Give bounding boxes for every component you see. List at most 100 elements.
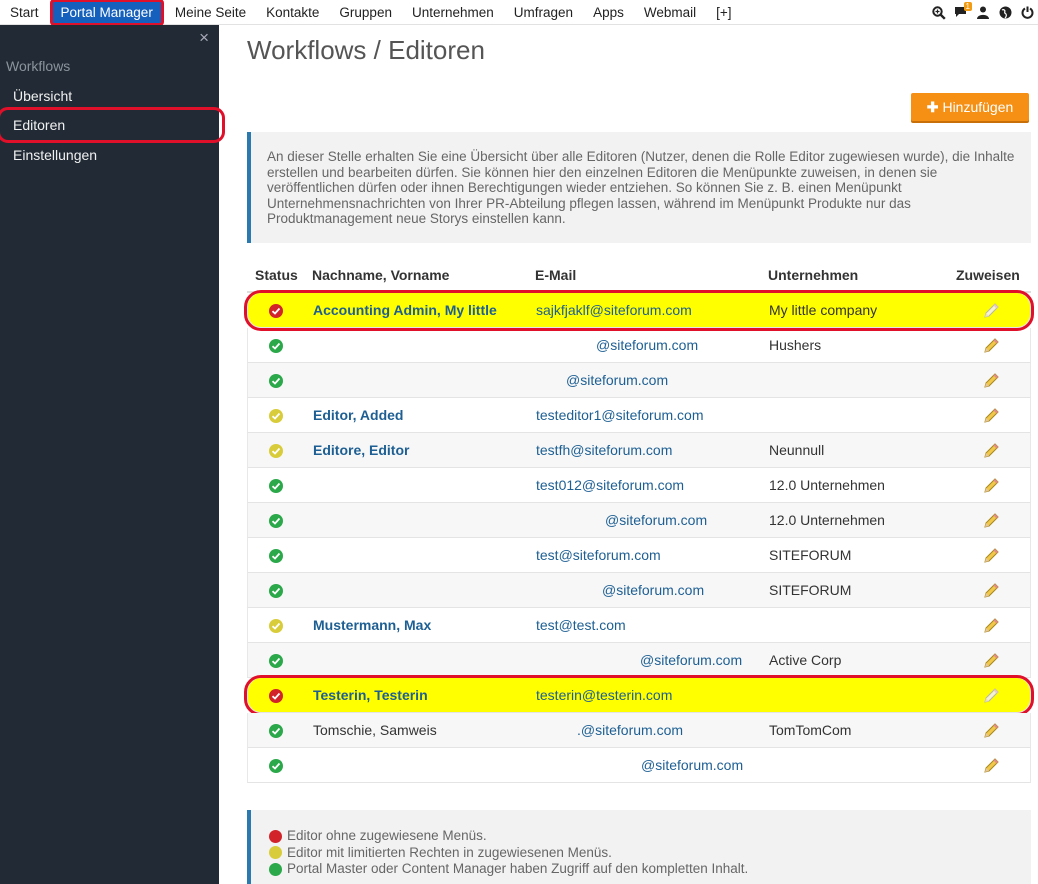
nav-item-webmail[interactable]: Webmail: [634, 0, 706, 25]
email-link[interactable]: test012@siteforum.com: [536, 468, 684, 503]
pencil-icon[interactable]: [982, 503, 1002, 538]
table-row: @siteforum.com Hushers: [247, 328, 1031, 363]
pencil-icon[interactable]: [982, 433, 1002, 468]
status-cell: [269, 748, 285, 783]
table-row: @siteforum.com 12.0 Unternehmen: [247, 503, 1031, 538]
status-green-icon: [269, 338, 283, 353]
status-cell: [269, 713, 285, 748]
nav-item-more[interactable]: [+]: [706, 0, 741, 25]
editor-name-link[interactable]: Tomschie, Samweis: [313, 713, 437, 748]
sidebar-item-uebersicht[interactable]: Übersicht: [0, 81, 219, 111]
status-cell: [269, 678, 285, 713]
status-green-icon: [269, 653, 283, 668]
table-row: Editor, Added testeditor1@siteforum.com: [247, 398, 1031, 433]
pencil-icon[interactable]: [982, 538, 1002, 573]
status-yellow-icon: [269, 618, 283, 633]
email-link[interactable]: @siteforum.com: [641, 748, 743, 783]
email-link[interactable]: test@siteforum.com: [536, 538, 661, 573]
globe-icon[interactable]: [994, 0, 1016, 25]
pencil-icon[interactable]: [982, 643, 1002, 678]
company-cell: 12.0 Unternehmen: [769, 477, 885, 493]
pencil-icon[interactable]: [982, 363, 1002, 398]
pencil-icon[interactable]: [982, 713, 1002, 748]
status-green-icon: [269, 513, 283, 528]
table-row: Accounting Admin, My little sajkfjaklf@si…: [244, 290, 1034, 331]
editor-name-link[interactable]: Accounting Admin, My little: [313, 293, 497, 328]
status-red-icon: [269, 303, 283, 318]
header-assign: Zuweisen: [956, 267, 1020, 283]
email-link[interactable]: @siteforum.com: [602, 573, 704, 608]
plus-icon: ✚: [926, 99, 939, 115]
pencil-icon[interactable]: [982, 293, 1002, 328]
power-icon[interactable]: [1016, 0, 1038, 25]
nav-item-meine-seite[interactable]: Meine Seite: [165, 0, 256, 25]
email-link[interactable]: testeditor1@siteforum.com: [536, 398, 704, 433]
sidebar-item-editoren[interactable]: Editoren: [0, 107, 225, 143]
company-cell: TomTomCom: [769, 722, 852, 738]
search-icon[interactable]: [928, 0, 950, 25]
editor-name-link[interactable]: Editor, Added: [313, 398, 403, 433]
editor-name-link[interactable]: Testerin, Testerin: [313, 678, 428, 713]
legend-text-red: Editor ohne zugewiesene Menüs.: [287, 828, 487, 843]
status-green-icon: [269, 548, 283, 563]
legend-item-green: Portal Master oder Content Manager haben…: [269, 861, 1031, 878]
status-green-icon: [269, 758, 283, 773]
status-cell: [269, 538, 285, 573]
close-icon[interactable]: ×: [199, 28, 209, 48]
status-cell: [269, 643, 285, 678]
editor-name-link[interactable]: Editore, Editor: [313, 433, 409, 468]
status-cell: [269, 608, 285, 643]
user-icon[interactable]: [972, 0, 994, 25]
nav-item-gruppen[interactable]: Gruppen: [329, 0, 402, 25]
nav-item-portal-manager[interactable]: Portal Manager: [49, 0, 164, 26]
topnav-icons: 1: [928, 0, 1038, 25]
email-link[interactable]: sajkfjaklf@siteforum.com: [536, 293, 692, 328]
add-button[interactable]: ✚ Hinzufügen: [911, 93, 1029, 121]
email-link[interactable]: .@siteforum.com: [577, 713, 683, 748]
sidebar-section-title: Workflows: [6, 58, 71, 74]
status-cell: [269, 328, 285, 363]
table-row: test@siteforum.com SITEFORUM: [247, 538, 1031, 573]
nav-item-apps[interactable]: Apps: [583, 0, 634, 25]
table-row: @siteforum.com: [247, 748, 1031, 783]
sidebar: × Workflows Übersicht Editoren Einstellu…: [0, 25, 225, 884]
email-link[interactable]: @siteforum.com: [566, 363, 668, 398]
table-row: Testerin, Testerin testerin@testerin.com: [244, 675, 1034, 716]
company-cell: SITEFORUM: [769, 582, 852, 598]
status-cell: [269, 468, 285, 503]
email-link[interactable]: testfh@siteforum.com: [536, 433, 672, 468]
company-cell: Neunnull: [769, 442, 825, 458]
email-link[interactable]: @siteforum.com: [605, 503, 707, 538]
status-cell: [269, 293, 285, 328]
sidebar-item-einstellungen[interactable]: Einstellungen: [0, 140, 219, 170]
header-name: Nachname, Vorname: [312, 267, 450, 283]
status-legend: Editor ohne zugewiesene Menüs. Editor mi…: [247, 810, 1031, 884]
pencil-icon[interactable]: [982, 573, 1002, 608]
pencil-icon[interactable]: [982, 398, 1002, 433]
email-link[interactable]: @siteforum.com: [640, 643, 742, 678]
email-link[interactable]: @siteforum.com: [596, 328, 698, 363]
chat-icon[interactable]: 1: [950, 0, 972, 25]
pencil-icon[interactable]: [982, 678, 1002, 713]
add-button-label: Hinzufügen: [942, 99, 1014, 115]
legend-item-red: Editor ohne zugewiesene Menüs.: [269, 828, 1031, 845]
company-cell: My little company: [769, 302, 878, 318]
status-yellow-icon: [269, 846, 282, 860]
table-row: @siteforum.com: [247, 363, 1031, 398]
nav-item-start[interactable]: Start: [0, 0, 49, 25]
nav-item-kontakte[interactable]: Kontakte: [256, 0, 329, 25]
nav-item-unternehmen[interactable]: Unternehmen: [402, 0, 504, 25]
table-row: @siteforum.com SITEFORUM: [247, 573, 1031, 608]
nav-item-umfragen[interactable]: Umfragen: [504, 0, 583, 25]
editor-name-link[interactable]: Mustermann, Max: [313, 608, 431, 643]
email-link[interactable]: test@test.com: [536, 608, 626, 643]
status-cell: [269, 573, 285, 608]
status-green-icon: [269, 373, 283, 388]
pencil-icon[interactable]: [982, 608, 1002, 643]
pencil-icon[interactable]: [982, 468, 1002, 503]
company-cell: Hushers: [769, 337, 822, 353]
pencil-icon[interactable]: [982, 328, 1002, 363]
email-link[interactable]: testerin@testerin.com: [536, 678, 672, 713]
pencil-icon[interactable]: [982, 748, 1002, 783]
chat-badge: 1: [963, 2, 972, 11]
